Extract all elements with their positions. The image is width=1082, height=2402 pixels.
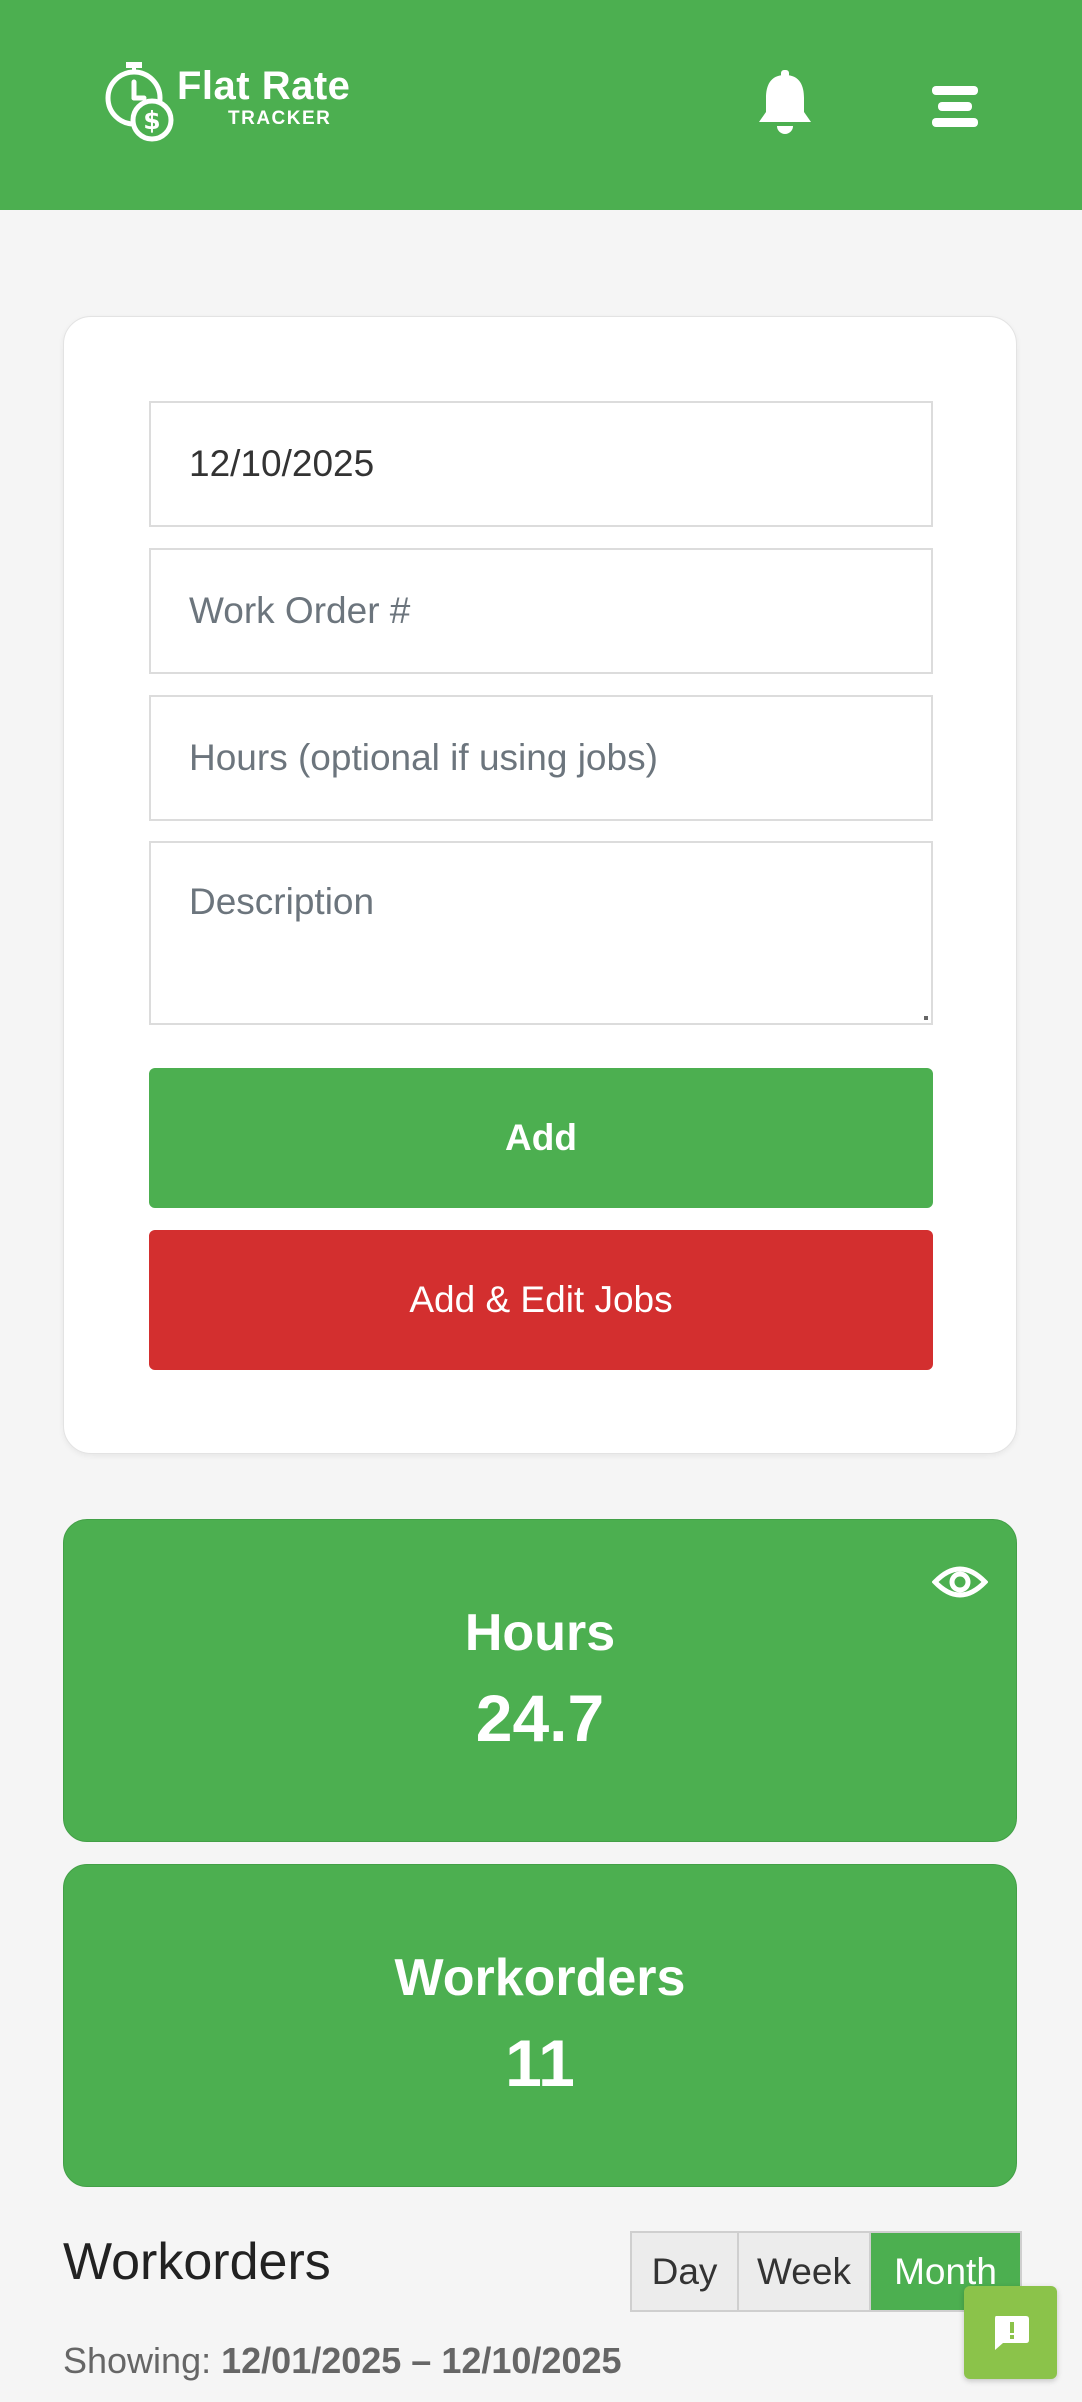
showing-label: Showing: — [63, 2340, 212, 2381]
showing-range-text: Showing: 12/01/2025 – 12/10/2025 — [63, 2340, 622, 2382]
workorders-label: Workorders — [394, 1949, 686, 2007]
stopwatch-dollar-logo-icon: $ — [105, 62, 174, 142]
description-placeholder: Description — [189, 881, 375, 922]
description-textarea[interactable]: Description — [149, 841, 933, 1025]
hours-input[interactable]: Hours (optional if using jobs) — [149, 695, 933, 821]
svg-text:$: $ — [143, 106, 160, 135]
workorders-stat-card: Workorders 11 — [63, 1864, 1017, 2187]
eye-icon[interactable] — [932, 1562, 988, 1602]
range-day-button[interactable]: Day — [632, 2233, 739, 2310]
showing-range-value: 12/01/2025 – 12/10/2025 — [221, 2340, 622, 2381]
app-subtitle: TRACKER — [228, 108, 332, 129]
app-title: Flat Rate — [177, 64, 351, 108]
workorders-value: 11 — [505, 2026, 575, 2100]
menu-icon[interactable] — [928, 84, 982, 130]
feedback-button[interactable] — [964, 2286, 1057, 2379]
add-button[interactable]: Add — [149, 1068, 933, 1208]
work-order-input[interactable]: Work Order # — [149, 548, 933, 674]
workorders-section-title: Workorders — [63, 2233, 331, 2291]
app-logo[interactable]: $ Flat Rate TRACKER — [100, 58, 380, 148]
entry-form-card: 12/10/2025 Work Order # Hours (optional … — [63, 316, 1017, 1454]
resize-handle-icon[interactable] — [924, 1016, 928, 1020]
hours-label: Hours — [464, 1604, 616, 1662]
range-week-button[interactable]: Week — [739, 2233, 871, 2310]
bell-icon[interactable] — [756, 70, 814, 136]
feedback-icon — [994, 2315, 1029, 2350]
app-header: $ Flat Rate TRACKER — [0, 0, 1082, 210]
hours-stat-card: Hours 24.7 — [63, 1519, 1017, 1842]
hours-value: 24.7 — [475, 1681, 605, 1755]
add-edit-jobs-button[interactable]: Add & Edit Jobs — [149, 1230, 933, 1370]
date-input[interactable]: 12/10/2025 — [149, 401, 933, 527]
